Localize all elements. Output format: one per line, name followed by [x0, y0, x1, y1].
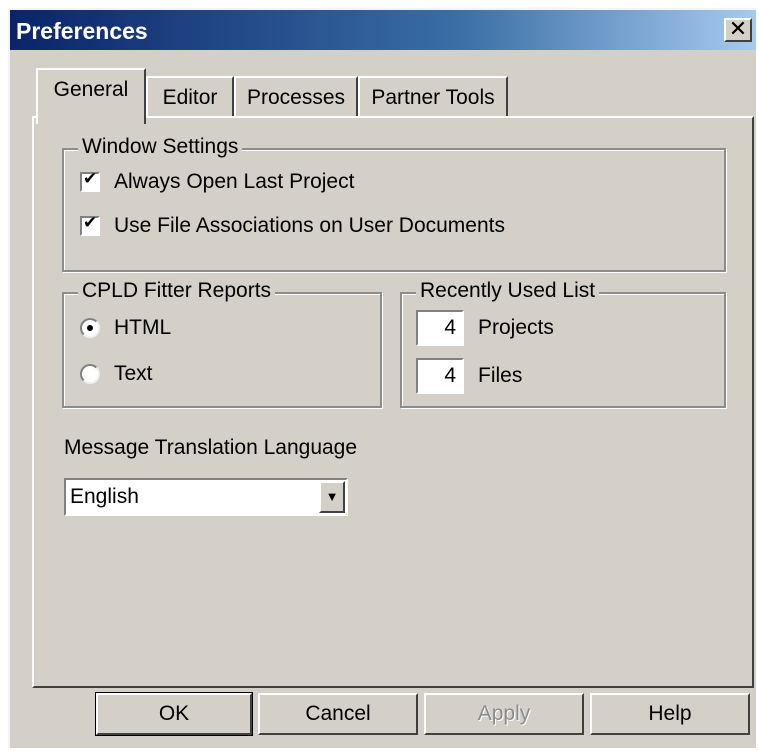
recent-projects-label: Projects [478, 316, 554, 339]
tab-panel-general: Window Settings ✔ Always Open Last Proje… [32, 116, 754, 688]
cpld-fitter-reports-label: CPLD Fitter Reports [78, 279, 276, 303]
cancel-button[interactable]: Cancel [258, 693, 418, 735]
always-open-last-project-option[interactable]: ✔ Always Open Last Project [80, 169, 355, 194]
recent-projects-count-input[interactable]: 4 [416, 310, 464, 346]
recent-files-count-input[interactable]: 4 [416, 358, 464, 394]
tab-processes-label: Processes [246, 86, 346, 109]
chevron-down-icon: ▼ [325, 489, 339, 504]
always-open-last-project-checkbox[interactable]: ✔ [80, 169, 100, 192]
report-text-radio[interactable] [80, 364, 100, 384]
apply-button-label: Apply [477, 702, 531, 725]
ok-button[interactable]: OK [95, 692, 253, 736]
recent-files-label: Files [478, 364, 523, 387]
report-html-option[interactable]: HTML [80, 316, 171, 340]
preferences-dialog: Preferences ✕ General Editor Processes P… [8, 8, 756, 748]
tab-editor-label: Editor [162, 86, 218, 109]
window-settings-label: Window Settings [78, 135, 243, 159]
tab-editor[interactable]: Editor [146, 76, 234, 118]
radio-selected-dot [87, 325, 93, 331]
help-button-label: Help [648, 702, 692, 725]
window-settings-group: Window Settings ✔ Always Open Last Proje… [62, 135, 726, 272]
check-icon: ✔ [83, 213, 98, 232]
tab-processes[interactable]: Processes [234, 76, 358, 118]
window-title: Preferences [16, 18, 148, 44]
recent-files-row: 4 Files [416, 358, 522, 394]
dropdown-arrow-button[interactable]: ▼ [319, 481, 345, 513]
recently-used-list-label: Recently Used List [416, 279, 600, 303]
tab-general[interactable]: General [36, 68, 146, 124]
report-html-label: HTML [114, 316, 172, 339]
close-icon: ✕ [728, 16, 748, 41]
cancel-button-label: Cancel [305, 702, 371, 725]
use-file-associations-label: Use File Associations on User Documents [114, 214, 505, 237]
check-icon: ✔ [83, 169, 98, 188]
use-file-associations-option[interactable]: ✔ Use File Associations on User Document… [80, 213, 505, 238]
close-button[interactable]: ✕ [724, 18, 752, 42]
title-bar[interactable]: Preferences ✕ [10, 10, 756, 50]
use-file-associations-checkbox[interactable]: ✔ [80, 213, 100, 236]
report-text-option[interactable]: Text [80, 362, 153, 386]
cpld-fitter-reports-group: CPLD Fitter Reports HTML Text [62, 279, 382, 408]
apply-button[interactable]: Apply [424, 693, 584, 735]
tab-partner-tools-label: Partner Tools [371, 86, 495, 109]
tab-partner-tools[interactable]: Partner Tools [358, 76, 508, 118]
language-select-value: English [70, 485, 139, 508]
message-translation-language-label: Message Translation Language [64, 436, 358, 459]
report-html-radio[interactable] [80, 318, 100, 338]
language-select[interactable]: English ▼ [64, 478, 348, 516]
recently-used-list-group: Recently Used List 4 Projects 4 Files [400, 279, 726, 408]
tab-general-label: General [53, 78, 129, 101]
always-open-last-project-label: Always Open Last Project [114, 170, 355, 193]
report-text-label: Text [114, 362, 153, 385]
recent-projects-row: 4 Projects [416, 310, 554, 346]
help-button[interactable]: Help [590, 693, 750, 735]
ok-button-label: OK [158, 702, 190, 725]
